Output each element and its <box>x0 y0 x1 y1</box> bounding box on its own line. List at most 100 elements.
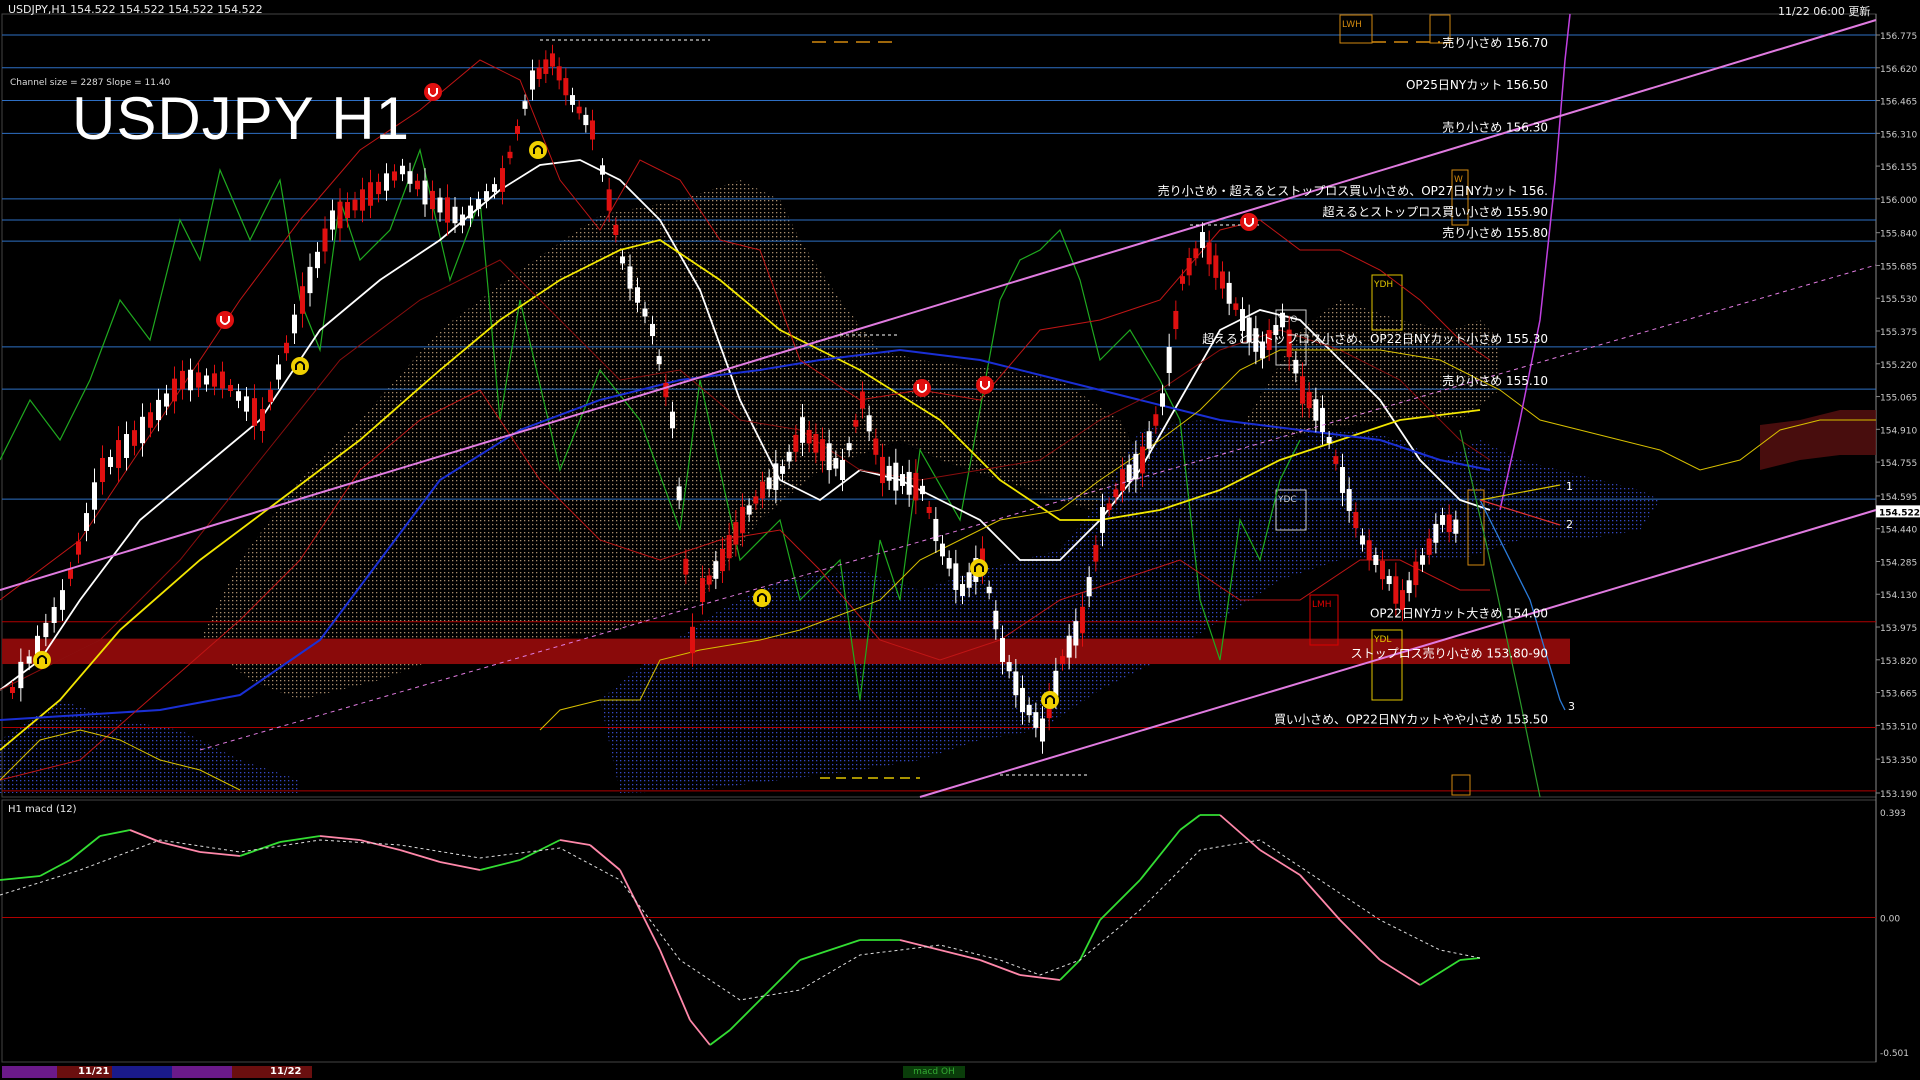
candle-body <box>820 439 825 461</box>
candle-body <box>460 214 465 226</box>
candle-body <box>445 197 450 223</box>
candle-body <box>1326 436 1332 444</box>
price-chart[interactable]: LWHYDHYDOYDCLMHYDLW 123 売り小さめ 156.70OP25… <box>0 0 1920 1080</box>
candle-body <box>946 558 952 569</box>
candle-body <box>1453 519 1459 534</box>
level-label: 買い小さめ、OP22日NYカットやや小さめ 153.50 <box>1274 712 1548 726</box>
candle-body <box>590 120 595 140</box>
candle-body <box>1166 347 1172 373</box>
candle-body <box>960 584 965 596</box>
candle-body <box>1213 255 1219 278</box>
candle-body <box>1026 704 1032 716</box>
projection-label: 2 <box>1566 518 1573 531</box>
candle-body <box>1420 555 1425 565</box>
price-tick-label: 153.510 <box>1880 722 1917 732</box>
candle-body <box>437 197 443 213</box>
candle-body <box>212 373 217 387</box>
date-label-1122: 11/22 <box>270 1066 302 1077</box>
candle-body <box>860 391 865 409</box>
candle-body <box>740 506 745 534</box>
candle-body <box>536 67 542 79</box>
candle-body <box>35 635 40 655</box>
sell-signal-marker <box>913 379 931 397</box>
price-tick-label: 154.130 <box>1880 591 1917 601</box>
candle-body <box>676 486 682 501</box>
candle-body <box>1346 489 1352 511</box>
candle-body <box>330 210 335 230</box>
candle-body <box>1340 467 1345 493</box>
indicator-label: H1 macd (12) <box>8 804 77 815</box>
candle-body <box>407 171 413 184</box>
price-tick-label: 154.595 <box>1880 493 1917 503</box>
level-label: 超えるとストップロス小さめ、OP22日NYカット小さめ 155.30 <box>1202 331 1548 346</box>
candle-body <box>172 378 177 402</box>
candle-body <box>1300 376 1305 404</box>
candle-body <box>613 224 619 236</box>
candle-body <box>18 661 24 689</box>
candle-body <box>1373 555 1379 565</box>
candle-body <box>683 558 689 575</box>
candle-body <box>600 165 605 175</box>
candle-body <box>376 181 381 195</box>
range-box-label: YDH <box>1373 280 1393 290</box>
price-tick-label: 153.665 <box>1880 690 1917 700</box>
macd-tab[interactable]: macd OH <box>903 1066 965 1078</box>
price-tick-label: 153.820 <box>1880 657 1917 667</box>
level-label: 売り小さめ 155.10 <box>1442 373 1548 388</box>
symbol-header: USDJPY,H1 154.522 154.522 154.522 154.52… <box>8 3 263 16</box>
strip-segment <box>2 1066 57 1078</box>
candle-body <box>1426 538 1432 555</box>
candle-body <box>1433 523 1439 543</box>
candle-body <box>51 607 57 623</box>
candle-body <box>345 202 350 218</box>
candle-body <box>84 513 89 531</box>
candle-body <box>360 189 365 211</box>
price-tick-label: 155.375 <box>1880 328 1917 338</box>
candle-body <box>933 518 939 542</box>
date-label-1121: 11/21 <box>78 1066 110 1077</box>
candle-body <box>1313 399 1319 421</box>
candle-body <box>1080 606 1085 634</box>
candle-body <box>307 266 313 294</box>
candle-body <box>132 430 137 446</box>
projection-label: 3 <box>1568 700 1575 713</box>
price-tick-label: 156.620 <box>1880 65 1917 75</box>
candle-body <box>1126 464 1132 483</box>
candle-body <box>292 314 297 334</box>
candle-body <box>1000 638 1005 662</box>
candle-body <box>1093 545 1099 562</box>
buy-signal-marker <box>33 651 51 669</box>
candle-body <box>1386 575 1392 585</box>
range-box-label: LMH <box>1312 600 1332 610</box>
candle-body <box>430 190 435 210</box>
candle-body <box>866 415 872 432</box>
candle-body <box>886 465 892 481</box>
price-tick-label: 155.065 <box>1880 394 1917 404</box>
candle-body <box>244 396 249 412</box>
candle-body <box>1153 414 1159 426</box>
candle-body <box>556 66 562 81</box>
candle-body <box>1413 561 1419 586</box>
candle-body <box>1013 671 1019 696</box>
candle-body <box>1033 712 1039 728</box>
candle-body <box>635 287 640 303</box>
price-tick-label: 156.000 <box>1880 196 1917 206</box>
candle-body <box>1106 503 1112 510</box>
candle-body <box>746 505 752 515</box>
candle-body <box>813 434 819 453</box>
level-label: OP25日NYカット 156.50 <box>1406 78 1548 92</box>
candle-body <box>180 370 185 390</box>
candle-body <box>656 355 662 365</box>
candle-body <box>663 382 669 398</box>
candle-body <box>733 522 739 545</box>
candle-body <box>1360 535 1365 545</box>
candle-body <box>228 384 233 392</box>
chart-title: USDJPY H1 <box>72 85 411 152</box>
candle-body <box>1180 276 1185 284</box>
candle-body <box>793 434 799 452</box>
candle-body <box>893 462 899 491</box>
candle-body <box>1406 580 1412 594</box>
projection-label: 1 <box>1566 480 1573 493</box>
price-tick-label: 153.190 <box>1880 790 1917 800</box>
candle-body <box>1240 309 1245 331</box>
